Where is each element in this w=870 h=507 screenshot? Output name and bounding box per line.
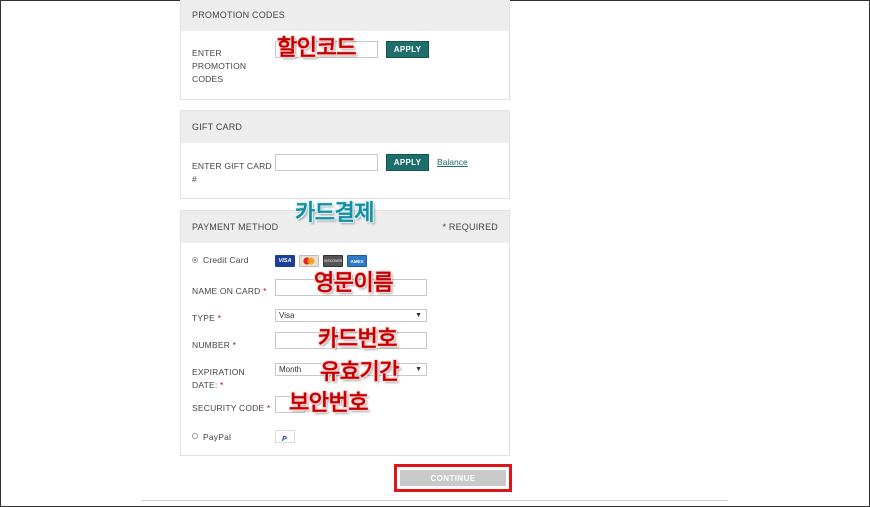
continue-button[interactable]: CONTINUE <box>400 470 506 486</box>
promotion-label: ENTER PROMOTION CODES <box>192 47 246 86</box>
paypal-radio[interactable] <box>192 433 198 439</box>
gift-card-heading-text: GIFT CARD <box>192 122 243 132</box>
balance-link[interactable]: Balance <box>437 157 468 167</box>
promotion-heading-text: PROMOTION CODES <box>192 10 286 20</box>
dropdown-arrow-icon: ▼ <box>415 366 422 373</box>
promotion-label-line3: CODES <box>192 74 224 84</box>
type-text: TYPE <box>192 313 216 323</box>
visa-icon: VISA <box>275 255 295 267</box>
required-marker: * <box>263 286 267 296</box>
dropdown-arrow-icon: ▼ <box>415 312 422 319</box>
gift-card-label: ENTER GIFT CARD # <box>192 160 272 186</box>
promotion-label-line2: PROMOTION <box>192 61 247 71</box>
required-marker: * <box>232 340 237 350</box>
credit-card-radio[interactable] <box>192 257 198 263</box>
expiration-label-line1: EXPIRATION <box>192 367 245 377</box>
expiration-month-value: Month <box>279 365 302 374</box>
security-annotation: 보안번호 <box>289 391 368 416</box>
expiration-label: EXPIRATION DATE: * <box>192 366 245 392</box>
card-type-value: Visa <box>279 311 295 320</box>
paypal-label: PayPal <box>203 432 232 442</box>
discover-icon: DISCOVER <box>323 255 343 267</box>
gift-card-label-line1: ENTER GIFT CARD <box>192 161 272 171</box>
divider <box>142 500 728 501</box>
svg-text:P: P <box>282 436 287 443</box>
promotion-label-line1: ENTER <box>192 48 222 58</box>
name-annotation: 영문이름 <box>314 271 393 296</box>
amex-icon-text: AMEX <box>350 258 364 264</box>
gift-card-heading: GIFT CARD <box>181 111 509 143</box>
security-code-label: SECURITY CODE * <box>192 402 270 415</box>
required-note: * REQUIRED <box>442 222 498 232</box>
continue-highlight-box: CONTINUE <box>394 464 512 492</box>
promotion-annotation: 할인코드 <box>277 36 356 61</box>
expiration-label-line2: DATE: <box>192 380 218 390</box>
credit-card-label: Credit Card <box>203 255 249 265</box>
promotion-heading: PROMOTION CODES <box>181 0 509 31</box>
number-annotation: 카드번호 <box>318 327 397 352</box>
gift-card-input[interactable] <box>275 154 378 171</box>
security-code-text: SECURITY CODE <box>192 403 265 413</box>
gift-card-label-line2: # <box>192 174 197 184</box>
payment-annotation: 카드결제 <box>295 201 374 226</box>
required-marker: * <box>217 313 222 323</box>
required-marker: * <box>219 380 224 390</box>
number-label: NUMBER * <box>192 339 236 352</box>
name-on-card-label: NAME ON CARD * <box>192 285 267 298</box>
expiration-annotation: 유효기간 <box>320 360 399 385</box>
card-type-select[interactable]: Visa ▼ <box>275 309 427 322</box>
promotion-apply-button[interactable]: APPLY <box>386 41 429 58</box>
name-on-card-text: NAME ON CARD <box>192 286 261 296</box>
required-marker: * <box>266 403 271 413</box>
gift-card-apply-button[interactable]: APPLY <box>386 154 429 171</box>
visa-icon-text: VISA <box>278 258 292 264</box>
paypal-icon: P <box>275 430 295 443</box>
payment-heading-text: PAYMENT METHOD <box>192 222 279 232</box>
discover-icon-text: DISCOVER <box>323 259 343 263</box>
amex-icon: AMEX <box>347 255 367 267</box>
number-text: NUMBER <box>192 340 231 350</box>
mastercard-icon <box>299 255 319 267</box>
type-label: TYPE * <box>192 312 221 325</box>
